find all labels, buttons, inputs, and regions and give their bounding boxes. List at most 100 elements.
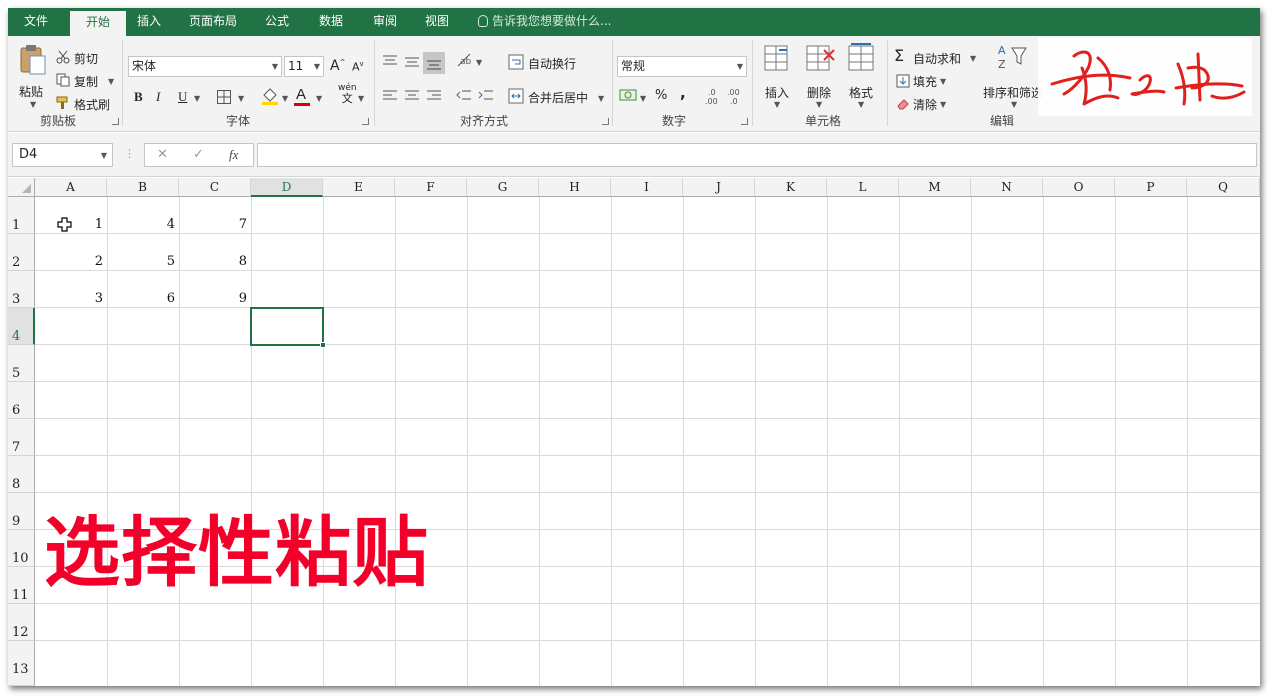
merge-center-button[interactable]: 合并后居中 (528, 89, 588, 106)
align-center-icon[interactable] (404, 89, 420, 103)
cell-c1[interactable]: 7 (179, 197, 251, 234)
tab-view[interactable]: 视图 (416, 8, 458, 36)
fill-button[interactable]: 填充 (913, 73, 937, 90)
column-header-b[interactable]: B (107, 178, 179, 197)
fill-dropdown-icon[interactable]: ▼ (940, 77, 946, 86)
percent-style-button[interactable]: % (655, 88, 667, 103)
align-bottom-button[interactable] (423, 52, 445, 74)
phonetic-dropdown-icon[interactable]: ▼ (358, 94, 364, 103)
phonetic-guide-button[interactable]: wén 文 (338, 84, 357, 105)
autosum-button[interactable]: 自动求和 (913, 50, 961, 67)
decrease-font-size-button[interactable]: Av (352, 60, 364, 74)
underline-button[interactable]: U (178, 89, 187, 105)
name-box[interactable]: D4 ▼ (12, 143, 113, 167)
row-header-10[interactable]: 10 (8, 530, 35, 567)
cell-b2[interactable]: 5 (107, 234, 179, 271)
column-header-d[interactable]: D (251, 178, 323, 197)
column-header-a[interactable]: A (35, 178, 107, 197)
format-dropdown-icon[interactable]: ▼ (858, 100, 864, 109)
row-header-6[interactable]: 6 (8, 382, 35, 419)
formula-input[interactable] (257, 143, 1257, 167)
italic-button[interactable]: I (156, 89, 160, 105)
tab-file[interactable]: 文件 (12, 8, 60, 36)
increase-font-size-button[interactable]: A^ (330, 58, 345, 74)
cell-b3[interactable]: 6 (107, 271, 179, 308)
align-left-icon[interactable] (382, 89, 398, 103)
column-header-h[interactable]: H (539, 178, 611, 197)
sort-filter-button[interactable]: 排序和筛选 (983, 84, 1043, 101)
column-header-f[interactable]: F (395, 178, 467, 197)
align-top-icon[interactable] (382, 54, 398, 68)
clear-button[interactable]: 清除 (913, 96, 937, 113)
align-middle-icon[interactable] (404, 54, 420, 68)
fill-handle[interactable] (320, 342, 326, 348)
tab-review[interactable]: 审阅 (364, 8, 406, 36)
accounting-format-icon[interactable] (619, 88, 637, 104)
increase-decimal-icon[interactable]: .0.00 (704, 86, 724, 106)
insert-cells-button[interactable]: 插入 (765, 84, 789, 101)
cancel-entry-button[interactable]: ✕ (157, 147, 168, 162)
clipboard-launcher-icon[interactable] (112, 118, 119, 125)
font-size-select[interactable]: 11 ▼ (284, 56, 324, 77)
row-header-8[interactable]: 8 (8, 456, 35, 493)
row-header-4[interactable]: 4 (8, 308, 35, 345)
column-header-j[interactable]: J (683, 178, 755, 197)
wrap-text-button[interactable]: 自动换行 (528, 55, 576, 72)
column-header-k[interactable]: K (755, 178, 827, 197)
column-header-p[interactable]: P (1115, 178, 1187, 197)
delete-dropdown-icon[interactable]: ▼ (816, 100, 822, 109)
cell-c2[interactable]: 8 (179, 234, 251, 271)
paste-dropdown-icon[interactable]: ▼ (30, 100, 36, 109)
copy-dropdown-icon[interactable]: ▼ (108, 77, 114, 86)
fill-color-dropdown-icon[interactable]: ▼ (282, 94, 288, 103)
bold-button[interactable]: B (134, 89, 143, 105)
borders-dropdown-icon[interactable]: ▼ (238, 94, 244, 103)
row-header-12[interactable]: 12 (8, 604, 35, 641)
font-color-dropdown-icon[interactable]: ▼ (316, 94, 322, 103)
decrease-decimal-icon[interactable]: .00.0 (726, 86, 746, 106)
row-header-1[interactable]: 1 (8, 197, 35, 234)
cell-c3[interactable]: 9 (179, 271, 251, 308)
number-format-select[interactable]: 常规 ▼ (617, 56, 747, 77)
increase-indent-icon[interactable] (478, 89, 494, 103)
confirm-entry-button[interactable]: ✓ (193, 147, 204, 162)
column-header-m[interactable]: M (899, 178, 971, 197)
column-header-c[interactable]: C (179, 178, 251, 197)
tab-formulas[interactable]: 公式 (256, 8, 298, 36)
tab-home[interactable]: 开始 (70, 11, 126, 36)
autosum-dropdown-icon[interactable]: ▼ (970, 54, 976, 63)
paste-button[interactable] (18, 42, 48, 78)
row-header-5[interactable]: 5 (8, 345, 35, 382)
clear-dropdown-icon[interactable]: ▼ (940, 100, 946, 109)
delete-cells-button[interactable]: 删除 (807, 84, 831, 101)
cut-button[interactable]: 剪切 (74, 50, 98, 67)
row-header-2[interactable]: 2 (8, 234, 35, 271)
row-header-9[interactable]: 9 (8, 493, 35, 530)
column-header-l[interactable]: L (827, 178, 899, 197)
font-launcher-icon[interactable] (362, 118, 369, 125)
copy-button[interactable]: 复制 (74, 73, 98, 90)
decrease-indent-icon[interactable] (456, 89, 472, 103)
merge-dropdown-icon[interactable]: ▼ (598, 94, 604, 103)
column-header-g[interactable]: G (467, 178, 539, 197)
accounting-dropdown-icon[interactable]: ▼ (640, 94, 646, 103)
tell-me-search[interactable]: 告诉我您想要做什么... (478, 8, 611, 36)
row-header-13[interactable]: 13 (8, 641, 35, 686)
sort-filter-dropdown-icon[interactable]: ▼ (1011, 100, 1017, 109)
number-launcher-icon[interactable] (741, 118, 748, 125)
column-header-e[interactable]: E (323, 178, 395, 197)
cell-a3[interactable]: 3 (35, 271, 107, 308)
fill-color-icon[interactable] (260, 87, 280, 105)
column-header-q[interactable]: Q (1187, 178, 1260, 197)
font-color-button[interactable]: A (296, 86, 306, 103)
format-cells-button[interactable]: 格式 (849, 84, 873, 101)
column-header-n[interactable]: N (971, 178, 1043, 197)
format-painter-button[interactable]: 格式刷 (74, 96, 110, 113)
orientation-icon[interactable]: ab (456, 52, 474, 68)
comma-style-button[interactable]: , (680, 84, 686, 102)
row-header-7[interactable]: 7 (8, 419, 35, 456)
underline-dropdown-icon[interactable]: ▼ (194, 94, 200, 103)
tab-page-layout[interactable]: 页面布局 (180, 8, 246, 36)
orientation-dropdown-icon[interactable]: ▼ (476, 58, 482, 67)
insert-dropdown-icon[interactable]: ▼ (774, 100, 780, 109)
